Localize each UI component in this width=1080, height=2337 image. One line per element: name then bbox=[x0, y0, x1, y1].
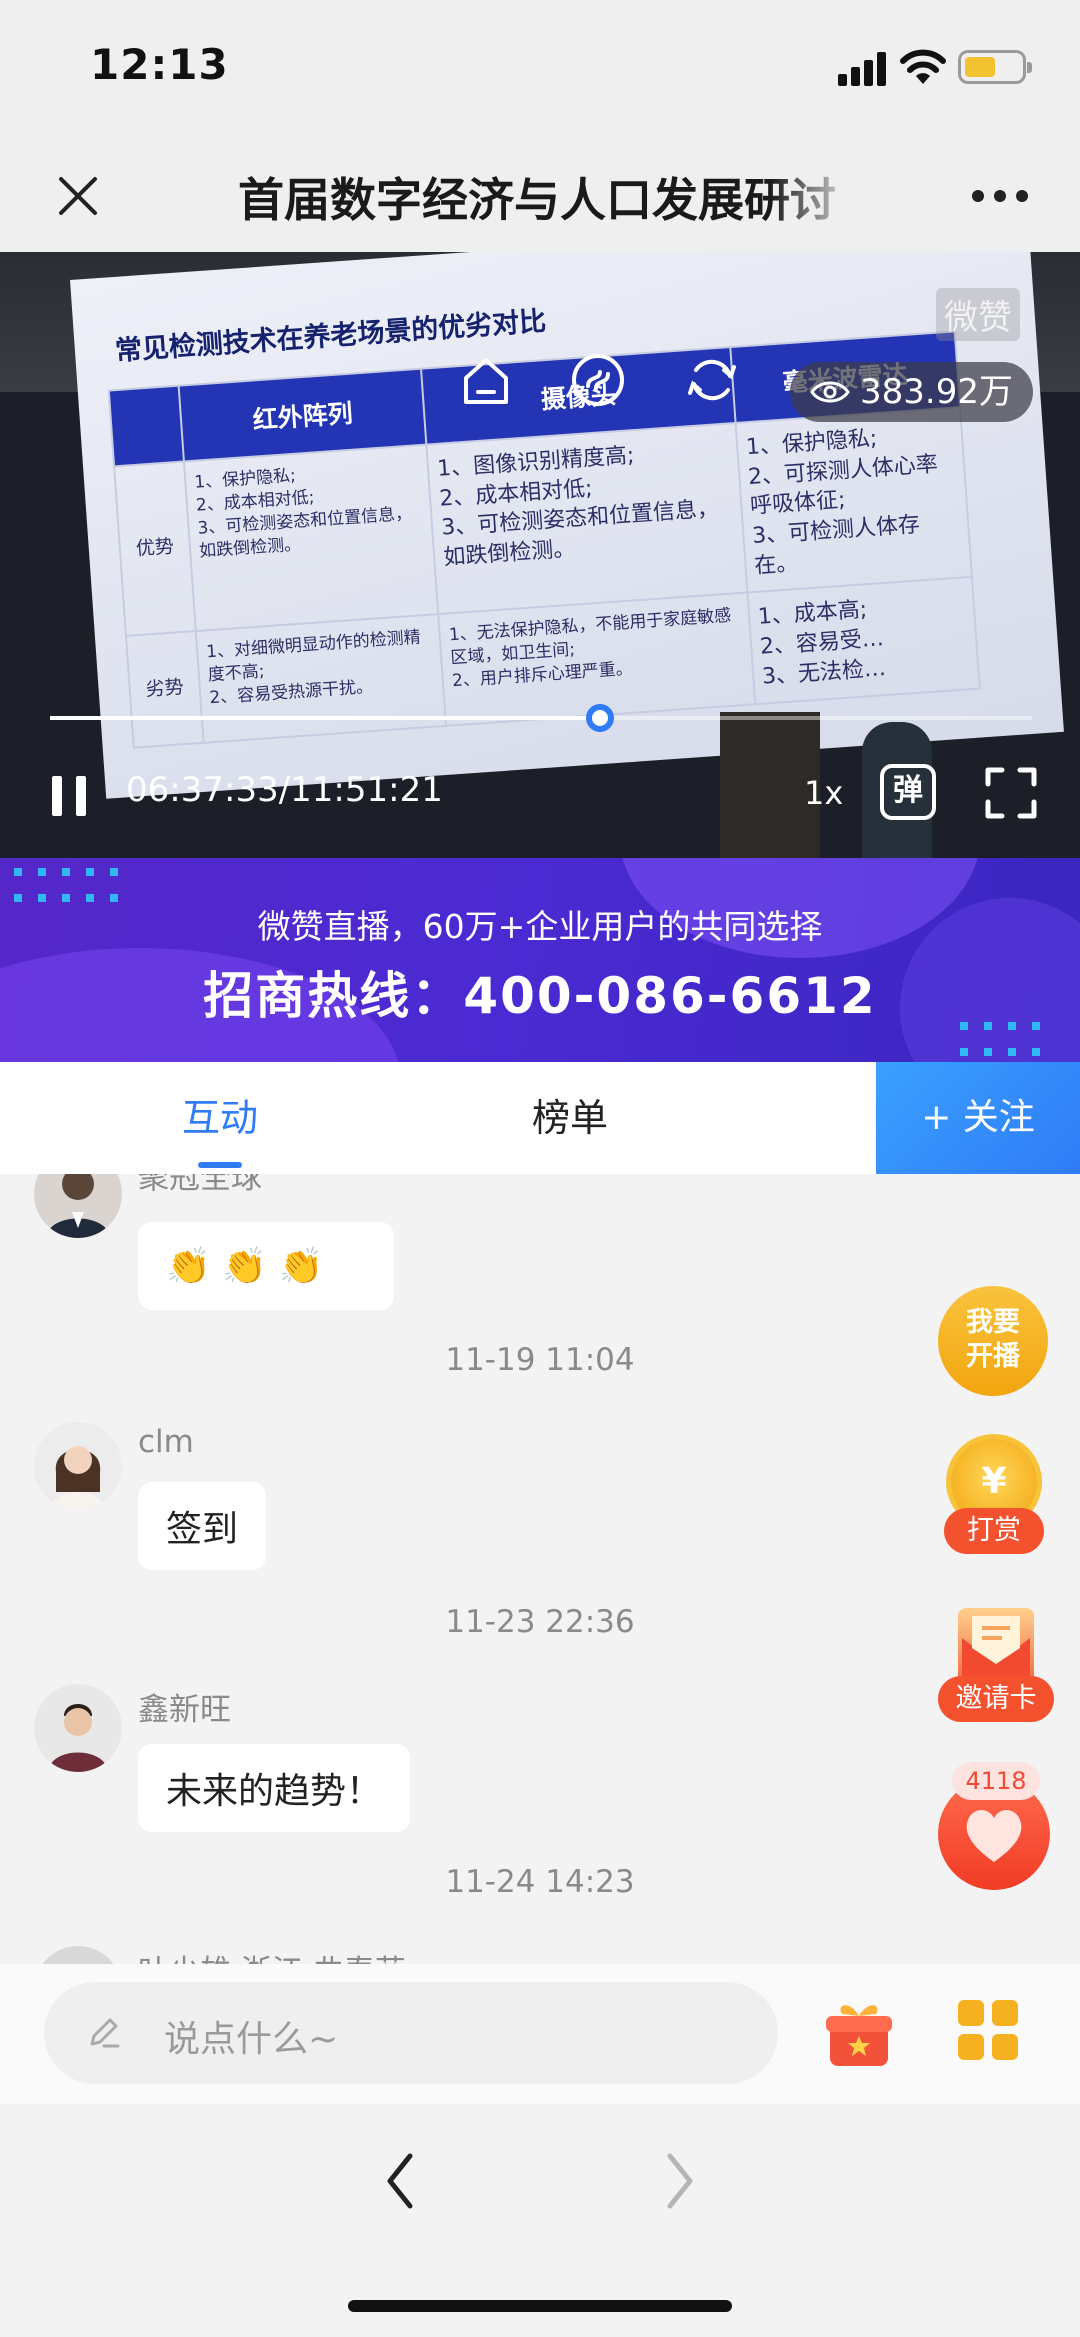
slide-row-header: 劣势 bbox=[125, 631, 204, 748]
home-indicator[interactable] bbox=[348, 2300, 732, 2312]
start-live-button[interactable]: 我要 开播 bbox=[938, 1286, 1048, 1396]
avatar[interactable] bbox=[34, 1946, 122, 1964]
total-time: 11:51:21 bbox=[290, 770, 443, 810]
gift-icon[interactable] bbox=[822, 1996, 896, 2070]
cellular-signal-icon bbox=[838, 52, 888, 86]
view-count: 383.92万 bbox=[860, 372, 1013, 412]
progress-knob[interactable] bbox=[585, 704, 614, 732]
banner-hotline: 招商热线：400-086-6612 bbox=[203, 967, 877, 1025]
avatar[interactable] bbox=[34, 1684, 122, 1772]
playback-speed-button[interactable]: 1x bbox=[804, 774, 843, 812]
chat-username: 聚冠全球 bbox=[138, 1174, 262, 1196]
slide-cell: 1、图像识别精度高; 2、成本相对低; 3、可检测姿态和位置信息，如跌倒检测。 bbox=[426, 422, 748, 615]
eye-icon bbox=[810, 381, 850, 403]
back-arrow-icon[interactable] bbox=[376, 2146, 426, 2216]
more-apps-icon[interactable] bbox=[958, 2000, 1020, 2062]
wifi-icon bbox=[900, 49, 946, 84]
current-time: 06:37:33 bbox=[126, 770, 279, 810]
mini-program-icon[interactable] bbox=[570, 352, 626, 408]
chat-bubble: 签到 bbox=[138, 1482, 267, 1570]
page-title: 首届数字经济与人口发展研讨 bbox=[238, 173, 836, 227]
promo-banner[interactable]: 微赞直播，60万+企业用户的共同选择 招商热线：400-086-6612 bbox=[0, 858, 1080, 1062]
chat-bubble: 未来的趋势！ bbox=[138, 1744, 411, 1832]
close-button[interactable] bbox=[50, 168, 106, 224]
chat-bubble: 👏 👏 👏 bbox=[138, 1222, 394, 1310]
slide-cell: 1、保护隐私; 2、成本相对低; 3、可检测姿态和位置信息，如跌倒检测。 bbox=[183, 444, 439, 632]
time-separator: / bbox=[278, 770, 291, 810]
pause-button[interactable] bbox=[52, 776, 88, 816]
view-count-badge: 383.92万 bbox=[790, 362, 1033, 422]
avatar[interactable] bbox=[34, 1174, 122, 1238]
chat-username: 鑫新旺 bbox=[138, 1692, 231, 1728]
more-options-button[interactable] bbox=[972, 190, 1032, 204]
status-time: 12:13 bbox=[90, 40, 229, 89]
follow-button[interactable]: + 关注 bbox=[876, 1062, 1080, 1174]
invite-card-button[interactable]: 邀请卡 bbox=[938, 1676, 1054, 1722]
title-bar: 首届数字经济与人口发展研讨 bbox=[0, 140, 1080, 252]
chat-username: 叶少雄 浙江 曲春芬 bbox=[138, 1946, 406, 1964]
fullscreen-icon[interactable] bbox=[984, 766, 1038, 820]
chat-timestamp: 11-24 14:23 bbox=[445, 1864, 635, 1900]
active-tab-indicator bbox=[198, 1162, 242, 1168]
progress-fill bbox=[50, 716, 600, 720]
comment-placeholder: 说点什么~ bbox=[164, 2019, 339, 2060]
progress-bar[interactable] bbox=[50, 704, 1032, 732]
pencil-icon bbox=[90, 2018, 120, 2048]
reward-button[interactable]: 打赏 bbox=[944, 1508, 1044, 1554]
slide-cell: 1、成本高; 2、容易受… 3、无法检… bbox=[747, 577, 980, 704]
home-icon[interactable] bbox=[458, 352, 514, 408]
tab-bar: 互动 榜单 + 关注 bbox=[0, 1062, 1080, 1174]
battery-icon bbox=[958, 50, 1032, 84]
comment-input[interactable]: 说点什么~ bbox=[44, 1982, 778, 2084]
tab-interact-label: 互动 bbox=[181, 1096, 258, 1140]
avatar[interactable] bbox=[34, 1422, 122, 1510]
video-player[interactable]: 常见检测技术在养老场景的优劣对比 红外阵列 摄像头 毫米波雷达 优势 1、保护隐… bbox=[0, 252, 1080, 858]
refresh-icon[interactable] bbox=[684, 352, 740, 408]
chat-list[interactable]: 聚冠全球 👏 👏 👏 11-19 11:04 clm 签到 11-23 22:3… bbox=[0, 1174, 1080, 1964]
watermark: 微赞 bbox=[936, 288, 1020, 341]
slide-cell: 1、保护隐私; 2、可探测人体心率呼吸体征; 3、可检测人体存在。 bbox=[735, 407, 972, 593]
forward-arrow-icon[interactable] bbox=[654, 2146, 704, 2216]
banner-slogan: 微赞直播，60万+企业用户的共同选择 bbox=[257, 907, 823, 946]
like-count: 4118 bbox=[952, 1762, 1040, 1800]
playback-time: 06:37:33/11:51:21 bbox=[126, 770, 443, 810]
slide-row-header: 优势 bbox=[114, 461, 196, 637]
danmu-toggle-button[interactable]: 弹 bbox=[880, 764, 936, 820]
tab-rank[interactable]: 榜单 bbox=[350, 1062, 790, 1174]
chat-timestamp: 11-19 11:04 bbox=[445, 1342, 635, 1378]
chat-username: clm bbox=[138, 1424, 194, 1460]
chat-timestamp: 11-23 22:36 bbox=[445, 1604, 635, 1640]
browser-nav-bar bbox=[0, 2104, 1080, 2337]
slide-cell: 1、对细微明显动作的检测精度不高; 2、容易受热源干扰。 bbox=[195, 614, 447, 743]
status-bar: 12:13 bbox=[0, 0, 1080, 140]
input-bar: 说点什么~ bbox=[0, 1964, 1080, 2104]
